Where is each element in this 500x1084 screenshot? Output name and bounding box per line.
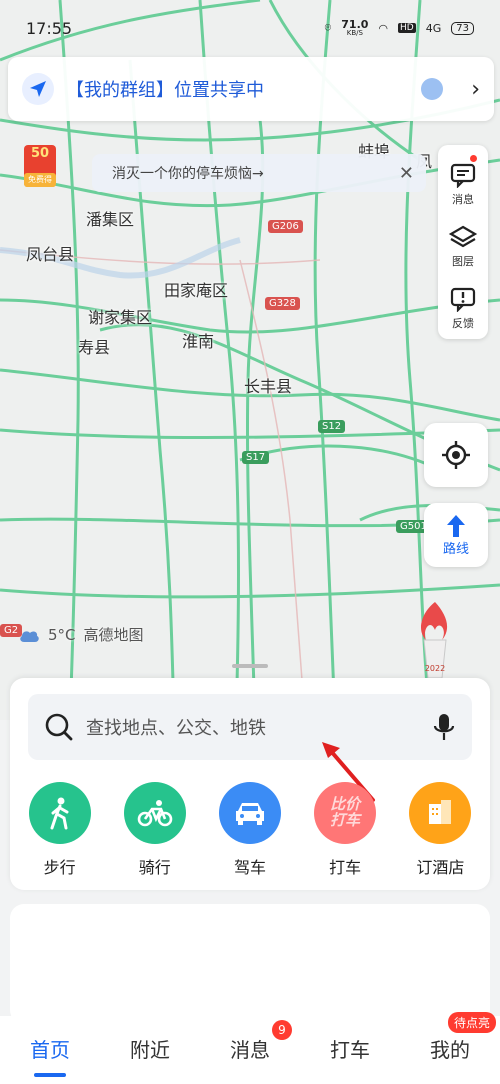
feedback-tool-button[interactable]: 反馈 [449,277,477,339]
battery-icon: 73 [451,21,474,35]
bicycle-icon [123,782,186,844]
place-label: 长丰县 [244,377,293,396]
notification-dot [470,155,477,162]
tab-nearby[interactable]: 附近 [124,1034,176,1063]
place-label: 田家庵区 [164,281,229,300]
tab-taxi[interactable]: 打车 [324,1034,376,1063]
place-label: 淮南 [182,332,215,351]
navigation-arrow-icon [22,73,54,105]
bike-label: 骑行 [138,858,171,877]
hotel-label: 订酒店 [416,858,465,877]
sheet-drag-handle[interactable] [232,664,268,668]
tab-mine-pill: 待点亮 [447,1011,496,1033]
hotel-shortcut[interactable]: 订酒店 [395,782,485,878]
tab-messages-label: 消息 [230,1037,270,1062]
feedback-icon [450,287,476,312]
tab-home[interactable]: 首页 [24,1034,76,1077]
walk-icon [28,782,91,844]
place-label: 寿县 [78,338,111,357]
place-label: 凤台县 [26,245,75,264]
shortcut-row: 步行 骑行 驾车 比价打车 打车 订酒店 [10,782,490,878]
location-status-icon: ⌾ [324,21,332,34]
bike-shortcut[interactable]: 骑行 [110,782,200,878]
map-tool-panel: 消息 图层 反馈 [438,145,488,339]
close-icon[interactable]: ✕ [399,163,414,184]
layers-icon [448,225,478,247]
status-icons: ⌾ 71.0 KB/S ◠ HD 4G 73 [325,19,474,37]
walk-shortcut[interactable]: 步行 [15,782,105,878]
route-button[interactable]: 路线 [424,503,488,567]
walk-label: 步行 [43,858,76,877]
group-banner-text: 【我的群组】位置共享中 [66,80,264,101]
tab-mine-label: 我的 [430,1037,470,1062]
road-shield: S12 [318,420,346,433]
tab-taxi-label: 打车 [330,1037,370,1062]
unread-badge: 9 [272,1019,292,1040]
net-speed-unit: KB/S [346,29,363,37]
taxi-label: 打车 [329,858,362,877]
signal-icon: 4G [425,21,442,35]
tab-nearby-label: 附近 [130,1037,170,1062]
hd-icon: HD [398,23,416,33]
road-shield: G328 [265,297,300,310]
map-brand-label: 高德地图 [83,626,144,644]
locate-me-button[interactable] [424,423,488,487]
road-shield: S17 [242,451,270,464]
hotel-icon [409,782,472,844]
taxi-shortcut[interactable]: 比价打车 打车 [300,782,390,878]
wifi-icon: ◠ [378,21,389,35]
chevron-right-icon: › [471,76,480,102]
torch-year: 2022 [424,664,446,673]
road-shield: G206 [268,220,303,233]
map-pin-icon [421,78,444,100]
tab-messages[interactable]: 消息 9 [224,1019,292,1063]
bottom-navigation: 首页 附近 消息 9 打车 我的 待点亮 [0,1011,500,1084]
olympic-torch-icon[interactable]: 2022 [412,600,458,680]
net-speed: 71.0 KB/S [341,19,368,37]
parking-tip-text: 消灭一个你的停车烦恼→ [112,166,264,182]
route-arrow-icon [447,514,465,537]
coupon-badge[interactable]: 50 免费得 [22,143,58,189]
place-label: 潘集区 [86,210,135,229]
coupon-label: 免费得 [28,175,52,184]
parking-tip-banner[interactable]: 消灭一个你的停车烦恼→ ✕ [92,154,426,192]
status-bar: 17:55 ⌾ 71.0 KB/S ◠ HD 4G 73 [0,0,500,56]
layers-tool-button[interactable]: 图层 [448,215,478,277]
cloud-icon [20,630,39,642]
messages-tool-button[interactable]: 消息 [449,153,477,215]
content-card [10,904,490,1024]
group-location-share-banner[interactable]: 【我的群组】位置共享中 › [8,57,494,121]
car-icon [218,782,281,844]
message-icon [450,163,476,188]
drive-label: 驾车 [233,858,266,877]
weather-temperature: 5°C [48,625,76,644]
drive-shortcut[interactable]: 驾车 [205,782,295,878]
taxi-icon-text: 比价打车 [330,795,361,829]
crosshair-icon [442,441,470,469]
taxi-compare-icon: 比价打车 [314,782,377,844]
tab-mine[interactable]: 我的 待点亮 [424,1011,496,1063]
tab-home-label: 首页 [30,1037,70,1062]
place-label: 谢家集区 [88,308,153,327]
route-button-label: 路线 [442,541,469,557]
layers-tool-label: 图层 [452,254,474,268]
coupon-amount: 50 [30,146,50,161]
weather-widget[interactable]: 5°C 高德地图 [18,624,144,645]
feedback-tool-label: 反馈 [452,316,474,330]
status-time: 17:55 [26,18,73,38]
bottom-sheet: 查找地点、公交、地铁 步行 骑行 驾车 比价打车 打车 订酒店 [10,678,490,890]
messages-tool-label: 消息 [452,192,474,206]
